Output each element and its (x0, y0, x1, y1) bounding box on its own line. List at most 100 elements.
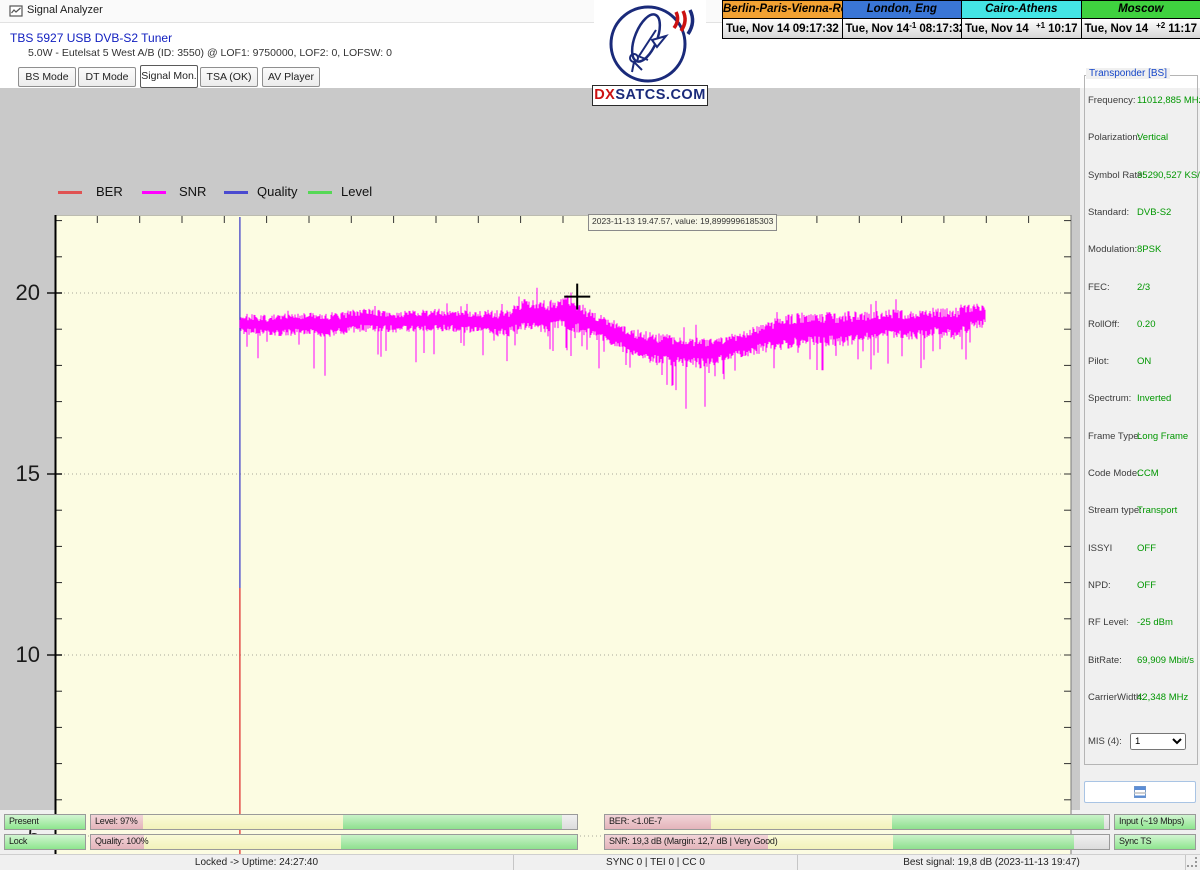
clock-date: Tue, Nov 14 (846, 23, 910, 35)
chart-tooltip: 2023-11-13 19.47.57, value: 19,899999618… (588, 214, 777, 231)
tp-field-label: Stream type: (1088, 505, 1142, 516)
clock-time-row: Tue, Nov 14-108:17:32 (843, 19, 962, 38)
quality-bar: Quality: 100% (90, 834, 578, 850)
level-bar-segment (143, 815, 343, 829)
legend-label-level: Level (341, 184, 372, 199)
tab-av-player[interactable]: AV Player (262, 67, 320, 87)
quality-bar-label: Quality: 100% (95, 836, 148, 846)
signal-chart[interactable] (43, 215, 1080, 870)
snr-bar-segment (1074, 835, 1109, 849)
logo-dx: DX (594, 87, 615, 103)
ber-bar: BER: <1.0E-7 (604, 814, 1110, 830)
lock-bar-label: Lock (9, 836, 27, 846)
clock-city: Cairo-Athens (962, 1, 1081, 19)
tp-field-label: Frame Type: (1088, 431, 1141, 442)
tp-field-value: DVB-S2 (1137, 207, 1171, 218)
tp-field-label: Standard: (1088, 207, 1129, 218)
panel-button[interactable] (1084, 781, 1196, 803)
y-tick-label: 20 (2, 280, 40, 306)
tp-field-value: OFF (1137, 543, 1156, 554)
ber-bar-label: BER: <1.0E-7 (609, 816, 662, 826)
tp-field-value: Transport (1137, 505, 1177, 516)
tp-field-value: 0.20 (1137, 319, 1156, 330)
tp-field-value: 35290,527 KS/s (1137, 170, 1200, 181)
tp-field-label: Frequency: (1088, 95, 1136, 106)
ber-bar-segment (1104, 815, 1109, 829)
dxsatcs-logo-text: DXSATCS.COM (592, 85, 708, 106)
tp-field-value: 11012,885 MHz (1137, 95, 1200, 106)
ber-bar-segment (892, 815, 1104, 829)
window-list-icon (1133, 785, 1147, 799)
present-bar: Present (4, 814, 86, 830)
tab-dt-mode[interactable]: DT Mode (78, 67, 136, 87)
clock-date: Tue, Nov 14 (965, 23, 1036, 35)
status-uptime: Locked -> Uptime: 24:27:40 (0, 855, 513, 870)
clock-0: Berlin-Paris-Vienna-Roma Tue, Nov 1409:17… (723, 1, 842, 38)
tp-field-label: ISSYI (1088, 543, 1112, 554)
tp-field-label: BitRate: (1088, 655, 1122, 666)
tp-field-label: NPD: (1088, 580, 1111, 591)
snr-bar-segment (768, 835, 893, 849)
legend-label-quality: Quality (257, 184, 297, 199)
tp-field-value: 69,909 Mbit/s (1137, 655, 1194, 666)
clock-time-row: Tue, Nov 14+211:17 (1082, 19, 1200, 38)
ber-bar-segment (711, 815, 892, 829)
legend-line-quality (224, 191, 248, 194)
device-subtitle: 5.0W - Eutelsat 5 West A/B (ID: 3550) @ … (28, 47, 392, 59)
clock-time-row: Tue, Nov 14+110:17 (962, 19, 1081, 38)
clock-date: Tue, Nov 14 (1085, 23, 1157, 35)
clock-date: Tue, Nov 14 (726, 23, 790, 35)
tp-field-value: Vertical (1137, 132, 1168, 143)
legend-line-ber (58, 191, 82, 194)
tp-field-label: Modulation: (1088, 244, 1137, 255)
legend-label-snr: SNR (179, 184, 206, 199)
tp-field-label: RF Level: (1088, 617, 1129, 628)
tp-field-value: 42,348 MHz (1137, 692, 1188, 703)
tp-field-value: 2/3 (1137, 282, 1150, 293)
dxsatcs-logo: DXSATCS.COM (592, 0, 708, 107)
input-bar: Input (~19 Mbps) (1114, 814, 1196, 830)
tab-tsa-ok[interactable]: TSA (OK) (200, 67, 258, 87)
satellite-dish-icon (594, 0, 706, 85)
clock-3: MoscowTue, Nov 14+211:17 (1081, 1, 1200, 38)
device-title: TBS 5927 USB DVB-S2 Tuner (10, 31, 172, 45)
snr-bar-segment (893, 835, 1074, 849)
tp-field-value: ON (1137, 356, 1151, 367)
clock-utc-offset: -1 (909, 21, 916, 30)
level-bar-segment (343, 815, 562, 829)
tp-field-label: CarrierWidth: (1088, 692, 1144, 703)
quality-bar-segment (144, 835, 341, 849)
signal-analyzer-window: Signal Analyzer TBS 5927 USB DVB-S2 Tune… (0, 0, 1200, 870)
tab-bs-mode[interactable]: BS Mode (18, 67, 76, 87)
mis-select[interactable]: 1 (1130, 733, 1186, 750)
tp-field-value: -25 dBm (1137, 617, 1173, 628)
status-bar: Locked -> Uptime: 24:27:40 SYNC 0 | TEI … (0, 854, 1200, 870)
tp-field-label: Polarization: (1088, 132, 1140, 143)
input-bar-label: Input (~19 Mbps) (1119, 816, 1184, 826)
world-clocks: Berlin-Paris-Vienna-RomaTue, Nov 1409:17… (722, 0, 1200, 39)
snr-bar: SNR: 19,3 dB (Margin: 12,7 dB | Very Goo… (604, 834, 1110, 850)
tp-field-value: CCM (1137, 468, 1159, 479)
transponder-title: Transponder [BS] (1086, 68, 1170, 79)
tp-field-value: 8PSK (1137, 244, 1161, 255)
level-bar-segment (562, 815, 577, 829)
snr-bar-label: SNR: 19,3 dB (Margin: 12,7 dB | Very Goo… (609, 836, 778, 846)
quality-bar-segment (341, 835, 577, 849)
logo-rest: SATCS.COM (615, 87, 705, 103)
legend-line-level (308, 191, 332, 194)
status-best-signal: Best signal: 19,8 dB (2023-11-13 19:47) (797, 855, 1185, 870)
tp-field-label: RollOff: (1088, 319, 1120, 330)
level-bar-label: Level: 97% (95, 816, 138, 826)
dxsatcs-logo-mark (594, 0, 706, 85)
clock-time: 09:17:32 (793, 23, 839, 35)
clock-city: Berlin-Paris-Vienna-Roma (723, 1, 842, 19)
legend-label-ber: BER (96, 184, 123, 199)
clock-time: 08:17:32 (919, 23, 965, 35)
clock-2: Cairo-AthensTue, Nov 14+110:17 (961, 1, 1081, 38)
y-tick-label: 10 (2, 642, 40, 668)
window-title: Signal Analyzer (27, 4, 103, 16)
tab-signal-mon[interactable]: Signal Mon. (140, 65, 198, 88)
resize-grip (1185, 855, 1200, 870)
clock-city: Moscow (1082, 1, 1200, 19)
tp-field-label: Code Mode: (1088, 468, 1140, 479)
